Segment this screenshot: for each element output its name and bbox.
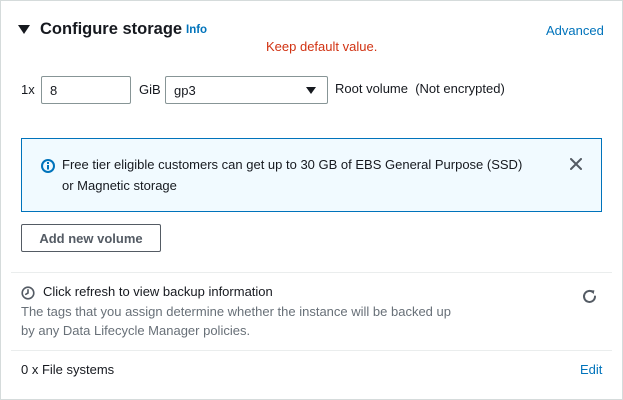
- divider: [11, 272, 612, 273]
- file-systems-label: 0 x File systems: [21, 362, 115, 377]
- volume-unit-label: GiB: [139, 82, 161, 97]
- refresh-icon[interactable]: [581, 288, 598, 310]
- volume-size-input[interactable]: [41, 76, 131, 104]
- divider: [11, 350, 612, 351]
- add-new-volume-button[interactable]: Add new volume: [21, 224, 161, 252]
- info-circle-icon: [41, 159, 55, 178]
- volume-type-select[interactable]: gp3: [165, 76, 328, 104]
- backup-info-description: The tags that you assign determine wheth…: [21, 304, 451, 338]
- volume-count-label: 1x: [21, 82, 35, 97]
- annotation-note: Keep default value.: [266, 39, 378, 54]
- free-tier-alert: Free tier eligible customers can get up …: [21, 138, 602, 212]
- backup-info-title: Click refresh to view backup information: [43, 284, 273, 299]
- close-icon[interactable]: [570, 157, 582, 175]
- collapse-caret-icon[interactable]: [18, 25, 30, 34]
- configure-storage-panel: Configure storage Info Advanced Keep def…: [0, 0, 623, 400]
- volume-type-value: gp3: [174, 83, 196, 98]
- volume-description: Root volume (Not encrypted): [335, 81, 505, 96]
- section-title[interactable]: Configure storage: [40, 20, 182, 39]
- dropdown-arrow-icon: [306, 87, 316, 94]
- info-link[interactable]: Info: [186, 24, 207, 36]
- alert-text: Free tier eligible customers can get up …: [62, 157, 523, 193]
- advanced-link[interactable]: Advanced: [546, 23, 604, 38]
- edit-file-systems-link[interactable]: Edit: [580, 362, 602, 377]
